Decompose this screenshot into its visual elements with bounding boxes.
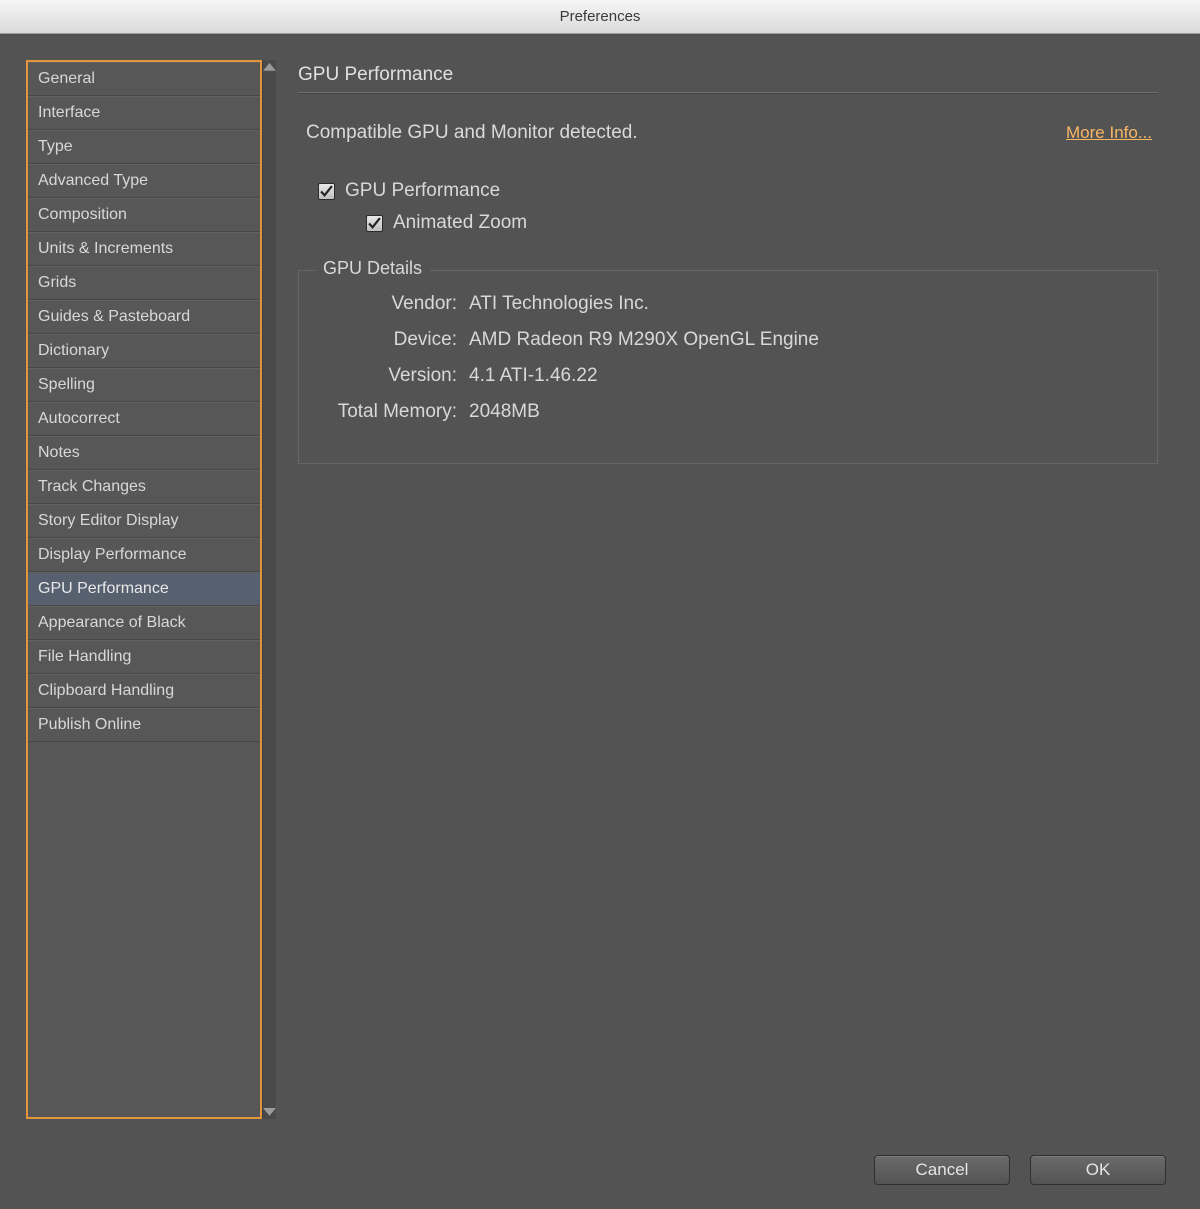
- sidebar-item-composition[interactable]: Composition: [28, 198, 260, 232]
- detail-label: Total Memory:: [317, 401, 457, 423]
- sidebar-item-story-editor-display[interactable]: Story Editor Display: [28, 504, 260, 538]
- sidebar-item-grids[interactable]: Grids: [28, 266, 260, 300]
- detail-row-version: Version: 4.1 ATI-1.46.22: [317, 365, 1139, 387]
- sidebar-item-clipboard-handling[interactable]: Clipboard Handling: [28, 674, 260, 708]
- sidebar-item-notes[interactable]: Notes: [28, 436, 260, 470]
- sidebar-item-units-increments[interactable]: Units & Increments: [28, 232, 260, 266]
- sidebar-item-autocorrect[interactable]: Autocorrect: [28, 402, 260, 436]
- sidebar-item-appearance-of-black[interactable]: Appearance of Black: [28, 606, 260, 640]
- sidebar-scrollbar[interactable]: [262, 60, 276, 1119]
- detail-row-device: Device: AMD Radeon R9 M290X OpenGL Engin…: [317, 329, 1139, 351]
- sidebar-item-interface[interactable]: Interface: [28, 96, 260, 130]
- checkbox-checked-icon[interactable]: [318, 183, 335, 200]
- detail-label: Vendor:: [317, 293, 457, 315]
- more-info-link[interactable]: More Info...: [1066, 123, 1152, 143]
- dialog-body: GeneralInterfaceTypeAdvanced TypeComposi…: [0, 34, 1200, 1209]
- sidebar-item-track-changes[interactable]: Track Changes: [28, 470, 260, 504]
- sidebar-item-type[interactable]: Type: [28, 130, 260, 164]
- panel-title: GPU Performance: [298, 64, 1158, 86]
- title-bar: Preferences: [0, 0, 1200, 34]
- compat-row: Compatible GPU and Monitor detected. Mor…: [298, 122, 1158, 144]
- detail-value: ATI Technologies Inc.: [469, 293, 649, 315]
- sidebar-item-dictionary[interactable]: Dictionary: [28, 334, 260, 368]
- window-title: Preferences: [560, 8, 641, 25]
- cancel-button[interactable]: Cancel: [874, 1155, 1010, 1185]
- sidebar-item-guides-pasteboard[interactable]: Guides & Pasteboard: [28, 300, 260, 334]
- sidebar-item-file-handling[interactable]: File Handling: [28, 640, 260, 674]
- animated-zoom-checkbox-row[interactable]: Animated Zoom: [366, 212, 1158, 234]
- gpu-performance-label: GPU Performance: [345, 180, 500, 202]
- scroll-down-icon[interactable]: [263, 1105, 276, 1119]
- dialog-button-row: Cancel OK: [874, 1155, 1166, 1185]
- scroll-up-icon[interactable]: [263, 60, 276, 74]
- category-sidebar: GeneralInterfaceTypeAdvanced TypeComposi…: [26, 60, 262, 1119]
- sidebar-item-display-performance[interactable]: Display Performance: [28, 538, 260, 572]
- gpu-details-legend: GPU Details: [315, 258, 430, 279]
- category-list: GeneralInterfaceTypeAdvanced TypeComposi…: [28, 62, 260, 1117]
- detail-label: Device:: [317, 329, 457, 351]
- detail-row-total-memory: Total Memory: 2048MB: [317, 401, 1139, 423]
- detail-row-vendor: Vendor: ATI Technologies Inc.: [317, 293, 1139, 315]
- divider: [298, 92, 1158, 94]
- detail-value: 2048MB: [469, 401, 540, 423]
- animated-zoom-label: Animated Zoom: [393, 212, 527, 234]
- detail-value: AMD Radeon R9 M290X OpenGL Engine: [469, 329, 819, 351]
- sidebar-container: GeneralInterfaceTypeAdvanced TypeComposi…: [26, 60, 276, 1119]
- preferences-window: Preferences GeneralInterfaceTypeAdvanced…: [0, 0, 1200, 1209]
- checkbox-checked-icon[interactable]: [366, 215, 383, 232]
- detail-label: Version:: [317, 365, 457, 387]
- compat-message: Compatible GPU and Monitor detected.: [306, 122, 638, 144]
- settings-panel: GPU Performance Compatible GPU and Monit…: [298, 60, 1174, 1119]
- detail-value: 4.1 ATI-1.46.22: [469, 365, 598, 387]
- sidebar-item-gpu-performance[interactable]: GPU Performance: [28, 572, 260, 606]
- sidebar-item-general[interactable]: General: [28, 62, 260, 96]
- sidebar-item-publish-online[interactable]: Publish Online: [28, 708, 260, 742]
- ok-button[interactable]: OK: [1030, 1155, 1166, 1185]
- gpu-performance-checkbox-row[interactable]: GPU Performance: [318, 180, 1158, 202]
- sidebar-item-spelling[interactable]: Spelling: [28, 368, 260, 402]
- sidebar-item-advanced-type[interactable]: Advanced Type: [28, 164, 260, 198]
- gpu-details-fieldset: GPU Details Vendor: ATI Technologies Inc…: [298, 270, 1158, 464]
